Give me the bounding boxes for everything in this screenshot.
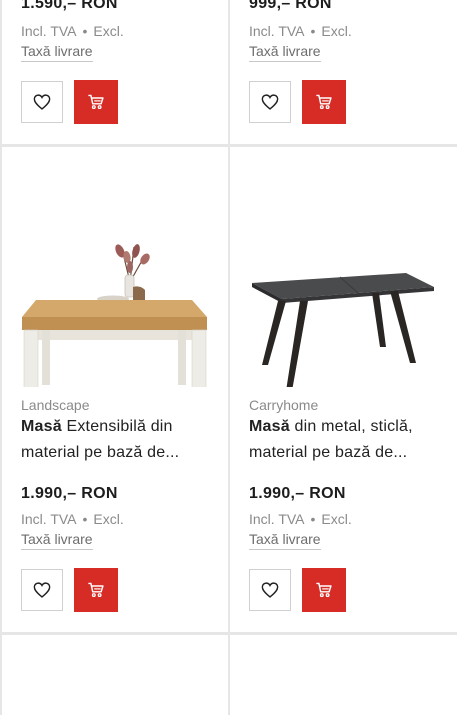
product-title[interactable]: Masă Extensibilă din material pe bază de…	[21, 414, 221, 466]
price: 1.590,– RON	[21, 0, 118, 12]
price: 1.990,– RON	[21, 485, 118, 502]
vat-info: Incl. TVA • Excl.	[21, 511, 124, 527]
heart-icon	[261, 94, 279, 110]
product-grid: 1.590,– RON Incl. TVA • Excl. Taxă livrare…	[0, 0, 457, 715]
add-to-cart-button[interactable]	[302, 80, 346, 124]
product-card[interactable]: 999,– RON Incl. TVA • Excl. Taxă livrare	[230, 0, 457, 144]
table-image	[22, 244, 207, 418]
add-to-cart-button[interactable]	[74, 568, 118, 612]
vat-info: Incl. TVA • Excl.	[249, 23, 352, 39]
product-card[interactable]: 1.590,– RON Incl. TVA • Excl. Taxă livrare	[2, 0, 228, 144]
cart-icon	[316, 94, 332, 110]
brand-name: Carryhome	[249, 397, 319, 413]
product-card[interactable]: Carryhome Masă din metal, sticlă, materi…	[230, 147, 457, 632]
favorite-button[interactable]	[249, 81, 291, 123]
shipping-fee-link[interactable]: Taxă livrare	[21, 531, 93, 550]
add-to-cart-button[interactable]	[302, 568, 346, 612]
table-image	[252, 273, 434, 391]
heart-icon	[261, 582, 279, 598]
product-card[interactable]	[2, 635, 228, 715]
product-title[interactable]: Masă din metal, sticlă, material pe bază…	[249, 414, 449, 466]
heart-icon	[33, 582, 51, 598]
cart-icon	[88, 94, 104, 110]
shipping-fee-link[interactable]: Taxă livrare	[21, 43, 93, 62]
heart-icon	[33, 94, 51, 110]
cart-icon	[88, 582, 104, 598]
product-image[interactable]	[230, 187, 457, 391]
favorite-button[interactable]	[21, 569, 63, 611]
shipping-fee-link[interactable]: Taxă livrare	[249, 531, 321, 550]
product-card[interactable]	[230, 635, 457, 715]
favorite-button[interactable]	[249, 569, 291, 611]
shipping-fee-link[interactable]: Taxă livrare	[249, 43, 321, 62]
vat-info: Incl. TVA • Excl.	[249, 511, 352, 527]
product-card[interactable]: Landscape Masă Extensibilă din material …	[2, 147, 228, 632]
brand-name: Landscape	[21, 397, 90, 413]
vat-info: Incl. TVA • Excl.	[21, 23, 124, 39]
favorite-button[interactable]	[21, 81, 63, 123]
price: 1.990,– RON	[249, 485, 346, 502]
product-image[interactable]	[2, 187, 228, 418]
add-to-cart-button[interactable]	[74, 80, 118, 124]
cart-icon	[316, 582, 332, 598]
price: 999,– RON	[249, 0, 332, 12]
